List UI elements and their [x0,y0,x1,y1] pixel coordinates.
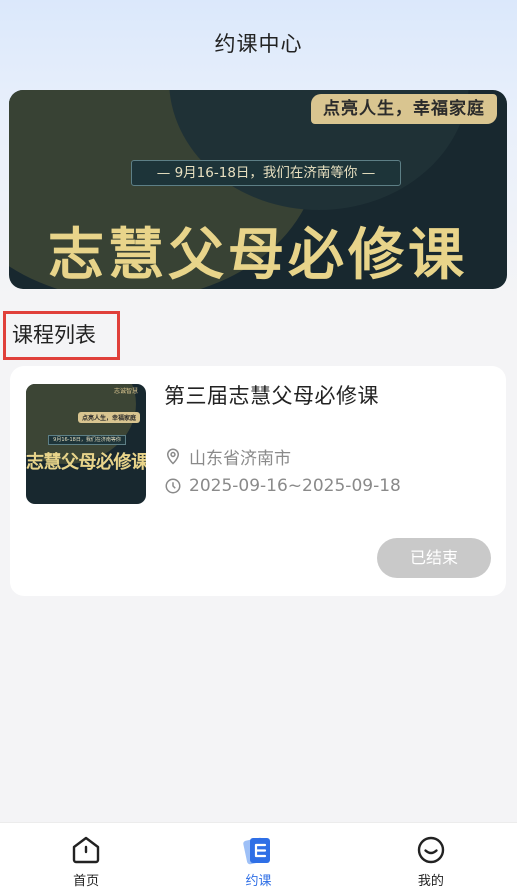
home-icon [72,836,100,864]
clock-icon [165,478,181,494]
course-location: 山东省济南市 [189,448,291,469]
profile-smile-icon [417,836,445,864]
course-card[interactable]: 志诚智慧 点亮人生，幸福家庭 9月16-18日，我们在济南等你 志慧父母必修课 … [10,366,506,596]
page-title: 约课中心 [214,32,303,56]
tab-home[interactable]: 首页 [0,823,172,893]
section-title: 课程列表 [3,311,120,360]
course-date-row: 2025-09-16~2025-09-18 [164,474,401,498]
course-location-row: 山东省济南市 [164,444,291,469]
tab-profile[interactable]: 我的 [345,823,517,893]
tab-profile-label: 我的 [417,874,444,889]
course-title: 第三届志慧父母必修课 [164,384,379,408]
banner-date-text: — 9月16-18日，我们在济南等你 — [131,160,401,186]
course-book-icon [243,837,271,865]
banner-tagline: 点亮人生，幸福家庭 [311,94,497,124]
location-pin-icon [166,448,180,465]
thumbnail-tagline: 点亮人生，幸福家庭 [77,412,140,423]
course-thumbnail: 志诚智慧 点亮人生，幸福家庭 9月16-18日，我们在济南等你 志慧父母必修课 [26,384,146,504]
thumbnail-date-text: 9月16-18日，我们在济南等你 [48,435,126,445]
thumbnail-corner-text: 志诚智慧 [114,388,139,395]
tab-course-label: 约课 [245,874,272,889]
tab-home-label: 首页 [73,874,100,889]
promo-banner[interactable]: 点亮人生，幸福家庭 — 9月16-18日，我们在济南等你 — 志慧父母必修课 [9,90,507,289]
course-status-button[interactable]: 已结束 [377,538,491,578]
thumbnail-headline: 志慧父母必修课 [26,452,146,473]
course-date-range: 2025-09-16~2025-09-18 [189,476,401,496]
banner-headline: 志慧父母必修课 [48,223,468,288]
page: 约课中心 点亮人生，幸福家庭 — 9月16-18日，我们在济南等你 — 志慧父母… [0,0,517,893]
tab-course[interactable]: 约课 [172,823,344,893]
bottom-tab-bar: 首页 约课 我的 [0,822,517,893]
